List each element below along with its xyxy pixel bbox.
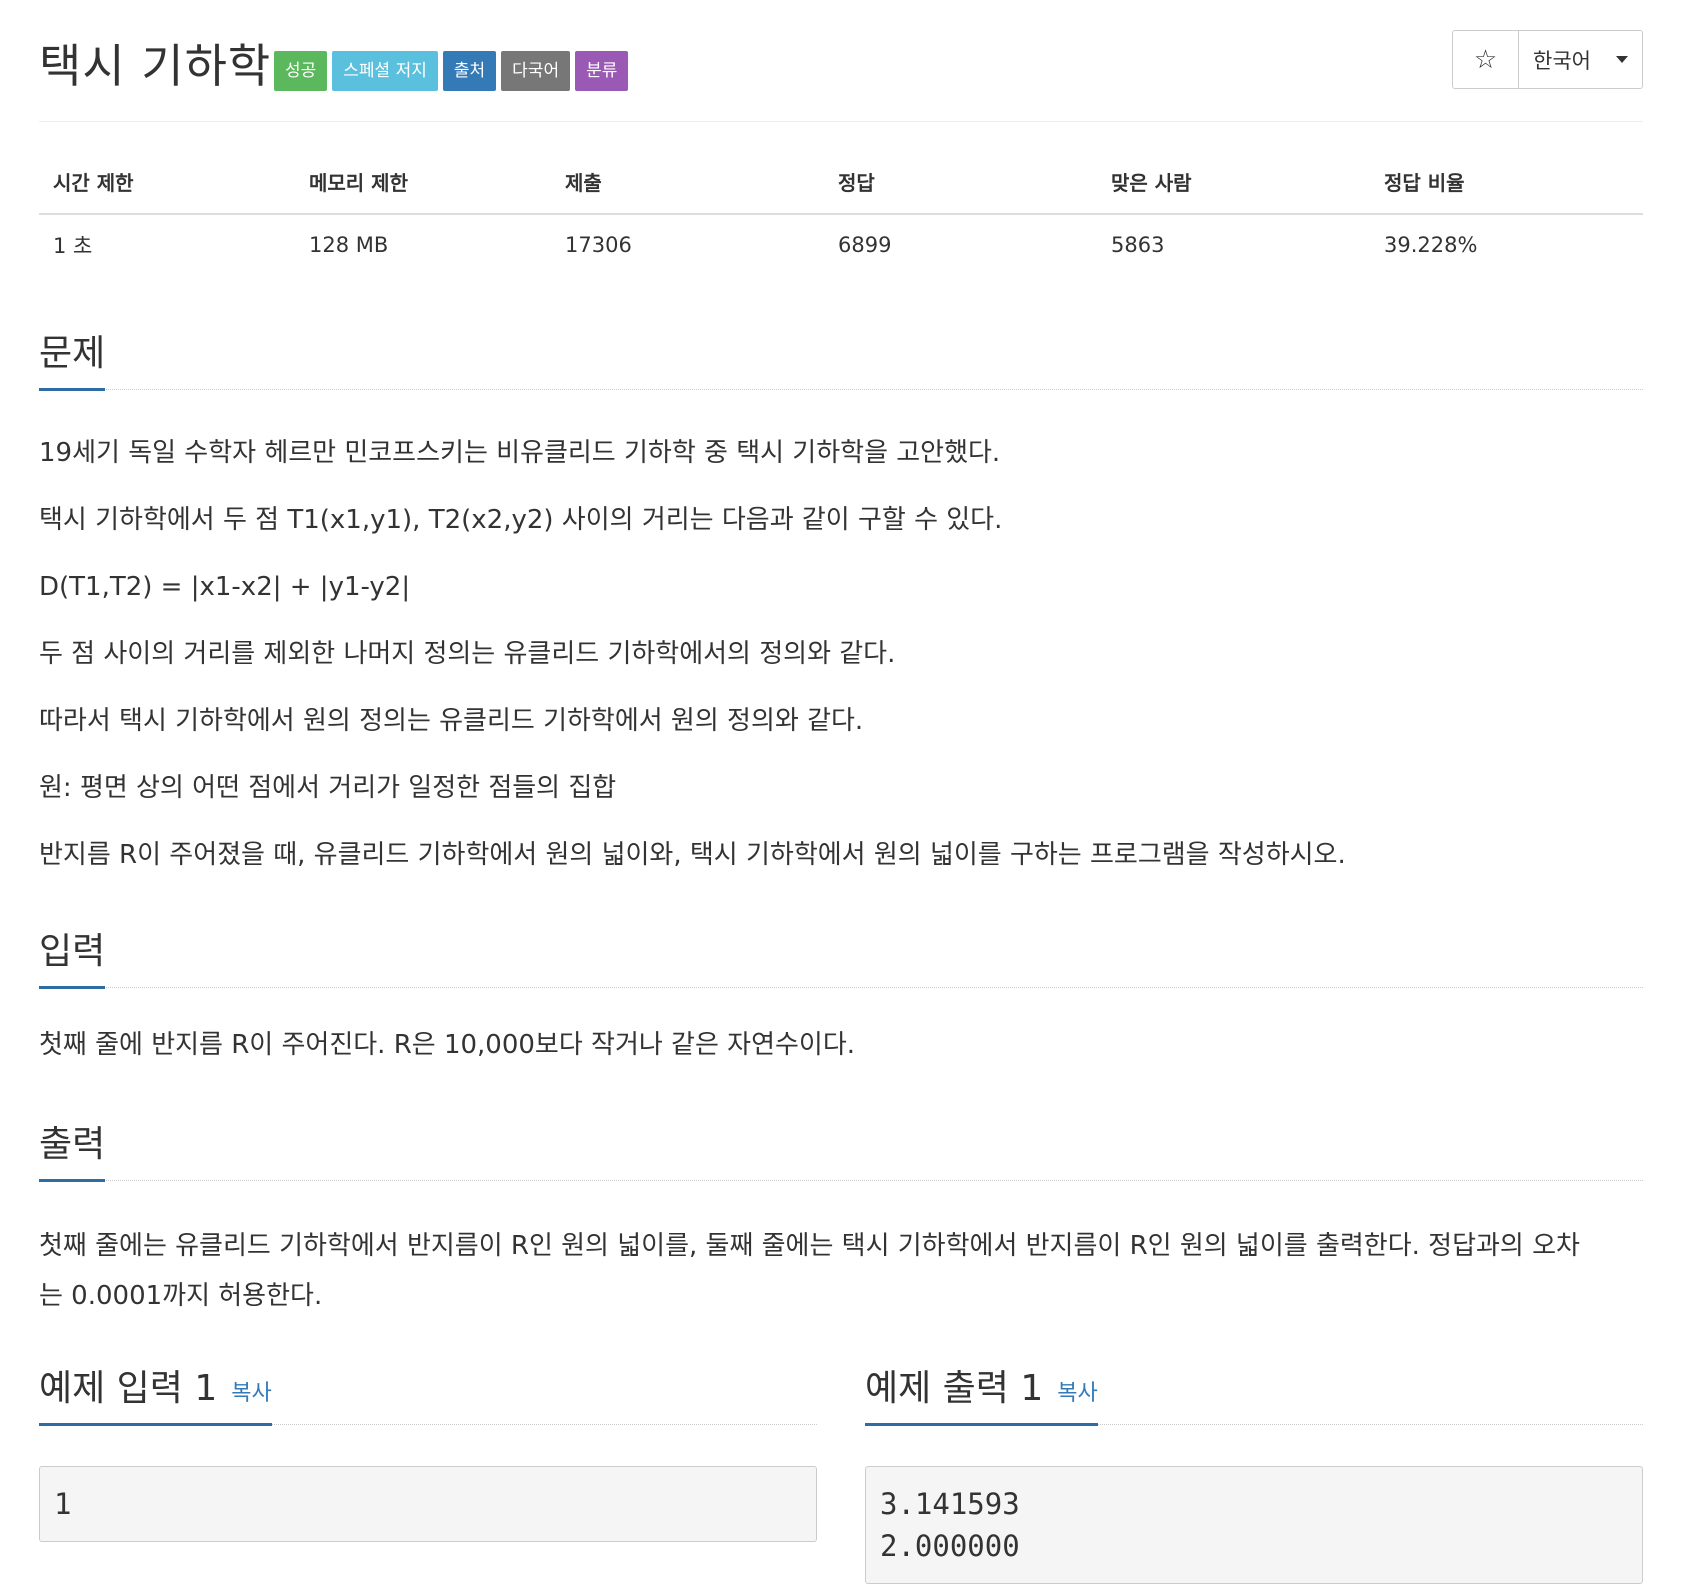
label-source[interactable]: 출처 <box>442 51 497 91</box>
problem-paragraph: 반지름 R이 주어졌을 때, 유클리드 기하학에서 원의 넓이와, 택시 기하학… <box>39 840 1346 870</box>
value-time-limit: 1 초 <box>53 234 93 258</box>
problem-page: 택시 기하학 성공 스페셜 저지 출처 다국어 분류 ☆ 한국어 시간 제한 메… <box>39 0 1643 1584</box>
sample-output-data: 3.141593 2.000000 <box>865 1466 1643 1584</box>
header-solved-users: 맞은 사람 <box>1111 171 1192 195</box>
problem-labels: 성공 스페셜 저지 출처 다국어 분류 <box>274 51 629 91</box>
header-memory-limit: 메모리 제한 <box>309 171 408 195</box>
label-special-judge[interactable]: 스페셜 저지 <box>332 51 438 91</box>
sample-input-section: 예제 입력 1 복사 1 <box>39 1357 817 1542</box>
sample-input-title-text: 예제 입력 1 <box>39 1368 218 1409</box>
label-category[interactable]: 분류 <box>575 51 629 91</box>
output-paragraph: 첫째 줄에는 유클리드 기하학에서 반지름이 R인 원의 넓이를, 둘째 줄에는… <box>39 1231 1580 1311</box>
output-description: 첫째 줄에는 유클리드 기하학에서 반지름이 R인 원의 넓이를, 둘째 줄에는… <box>39 1221 1599 1321</box>
input-section-header: 입력 <box>39 928 1643 989</box>
output-section-header: 출력 <box>39 1121 1643 1182</box>
sample-input-header: 예제 입력 1 복사 <box>39 1357 817 1426</box>
value-submissions: 17306 <box>565 233 632 257</box>
sample-output-title: 예제 출력 1 복사 <box>865 1359 1098 1426</box>
header-submissions: 제출 <box>565 171 602 195</box>
problem-info-table: 시간 제한 메모리 제한 제출 정답 맞은 사람 정답 비율 1 초 128 M… <box>39 150 1643 275</box>
header-tools: ☆ 한국어 <box>1452 30 1643 89</box>
problem-paragraph: 원: 평면 상의 어떤 점에서 거리가 일정한 점들의 집합 <box>39 773 617 803</box>
problem-description: 19세기 독일 수학자 헤르만 민코프스키는 비유클리드 기하학 중 택시 기하… <box>39 436 1643 872</box>
value-accept-ratio: 39.228% <box>1384 233 1478 257</box>
output-section: 출력 첫째 줄에는 유클리드 기하학에서 반지름이 R인 원의 넓이를, 둘째 … <box>39 1121 1643 1321</box>
page-title: 택시 기하학 <box>39 39 272 93</box>
label-multilingual[interactable]: 다국어 <box>501 51 571 91</box>
copy-input-button[interactable]: 복사 <box>231 1381 271 1406</box>
header-accept-ratio: 정답 비율 <box>1384 171 1465 195</box>
star-icon: ☆ <box>1473 44 1498 75</box>
problem-formula: D(T1,T2) = |x1-x2| + |y1-y2| <box>39 572 411 602</box>
output-section-title: 출력 <box>39 1115 106 1182</box>
input-section-title: 입력 <box>39 922 106 989</box>
value-accepted: 6899 <box>838 233 892 257</box>
favorite-button[interactable]: ☆ <box>1453 31 1519 88</box>
table-header-row: 시간 제한 메모리 제한 제출 정답 맞은 사람 정답 비율 <box>39 150 1643 215</box>
sample-input-data: 1 <box>39 1466 817 1542</box>
input-paragraph: 첫째 줄에 반지름 R이 주어진다. R은 10,000보다 작거나 같은 자연… <box>39 1030 856 1060</box>
label-success[interactable]: 성공 <box>274 51 328 91</box>
problem-section: 문제 19세기 독일 수학자 헤르만 민코프스키는 비유클리드 기하학 중 택시… <box>39 330 1643 905</box>
value-solved-users: 5863 <box>1111 233 1165 257</box>
problem-paragraph: 두 점 사이의 거리를 제외한 나머지 정의는 유클리드 기하학에서의 정의와 … <box>39 639 896 669</box>
copy-output-button[interactable]: 복사 <box>1057 1381 1097 1406</box>
problem-paragraph: 따라서 택시 기하학에서 원의 정의는 유클리드 기하학에서 원의 정의와 같다… <box>39 706 864 736</box>
sample-output-title-text: 예제 출력 1 <box>865 1368 1044 1409</box>
sample-input-title: 예제 입력 1 복사 <box>39 1359 272 1426</box>
sample-output-header: 예제 출력 1 복사 <box>865 1357 1643 1426</box>
table-row: 1 초 128 MB 17306 6899 5863 39.228% <box>39 215 1643 275</box>
header-accepted: 정답 <box>838 171 875 195</box>
language-dropdown[interactable]: 한국어 <box>1519 31 1642 88</box>
problem-paragraph: 19세기 독일 수학자 헤르만 민코프스키는 비유클리드 기하학 중 택시 기하… <box>39 438 1001 468</box>
input-section: 입력 첫째 줄에 반지름 R이 주어진다. R은 10,000보다 작거나 같은… <box>39 928 1643 1062</box>
header-time-limit: 시간 제한 <box>53 171 134 195</box>
page-header: 택시 기하학 성공 스페셜 저지 출처 다국어 분류 ☆ 한국어 <box>39 0 1643 122</box>
value-memory-limit: 128 MB <box>309 233 389 257</box>
problem-section-title: 문제 <box>39 324 106 391</box>
problem-paragraph: 택시 기하학에서 두 점 T1(x1,y1), T2(x2,y2) 사이의 거리… <box>39 505 1003 535</box>
sample-output-section: 예제 출력 1 복사 3.141593 2.000000 <box>865 1357 1643 1584</box>
caret-down-icon <box>1616 56 1628 63</box>
problem-section-header: 문제 <box>39 330 1643 391</box>
language-label: 한국어 <box>1533 48 1591 73</box>
input-description: 첫째 줄에 반지름 R이 주어진다. R은 10,000보다 작거나 같은 자연… <box>39 1028 1643 1062</box>
